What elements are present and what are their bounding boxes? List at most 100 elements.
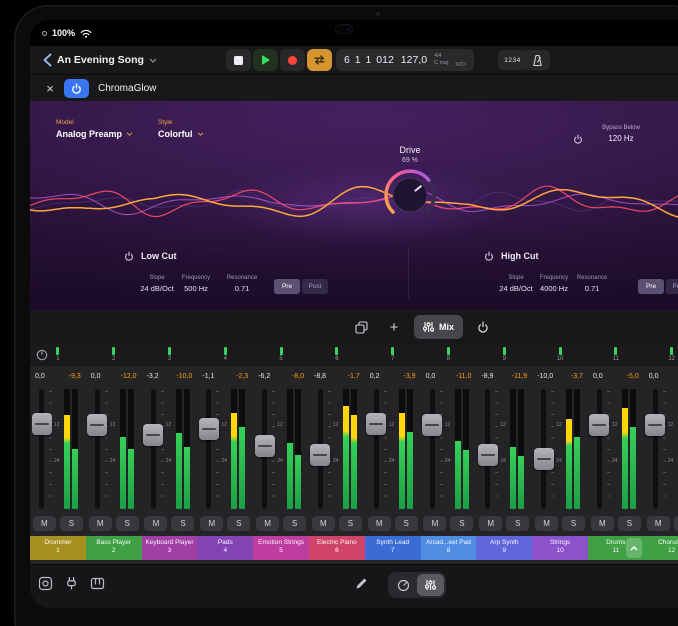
mute-button[interactable]: M	[89, 516, 112, 531]
track-name-tag[interactable]: Arcad...eet Pad8	[421, 536, 477, 560]
fader-handle[interactable]	[534, 448, 554, 470]
solo-button[interactable]: S	[618, 516, 641, 531]
pan-control[interactable]: 5	[253, 344, 309, 366]
pan-control[interactable]: 8	[421, 344, 477, 366]
track-name-tag[interactable]: Strings10	[532, 536, 588, 560]
fader-handle[interactable]	[589, 414, 609, 436]
close-plugin-button[interactable]: ×	[40, 78, 60, 98]
lcd-display[interactable]: 6 1 1 012 127,0 4/4 C maj MIDI	[336, 49, 474, 71]
pan-control[interactable]: 10	[532, 344, 588, 366]
fader-track[interactable]	[374, 389, 379, 509]
pan-control[interactable]: 3	[142, 344, 198, 366]
solo-button[interactable]: S	[674, 516, 678, 531]
count-in-button[interactable]: 1234	[498, 50, 527, 70]
solo-button[interactable]: S	[450, 516, 473, 531]
low-cut-power-button[interactable]	[124, 251, 134, 261]
fader-handle[interactable]	[255, 435, 275, 457]
pan-control[interactable]: 11	[588, 344, 644, 366]
record-button[interactable]	[280, 49, 305, 71]
mute-button[interactable]: M	[479, 516, 502, 531]
track-name-tag[interactable]: Arp Synth9	[476, 536, 532, 560]
low-cut-frequency[interactable]: Frequency 500 Hz	[174, 275, 218, 293]
fader-track[interactable]	[39, 389, 44, 509]
pan-control[interactable]: 6	[309, 344, 365, 366]
mixer-view-button[interactable]	[417, 574, 444, 596]
mute-button[interactable]: M	[423, 516, 446, 531]
plugins-button[interactable]	[62, 574, 80, 592]
mute-button[interactable]: M	[200, 516, 223, 531]
keys-button[interactable]	[88, 574, 106, 592]
controls-view-button[interactable]	[390, 574, 417, 596]
pan-control[interactable]: 7	[365, 344, 421, 366]
solo-button[interactable]: S	[60, 516, 83, 531]
fader-handle[interactable]	[366, 413, 386, 435]
solo-button[interactable]: S	[171, 516, 194, 531]
high-cut-power-button[interactable]	[484, 251, 494, 261]
fader-handle[interactable]	[87, 414, 107, 436]
fader-handle[interactable]	[645, 414, 665, 436]
mute-button[interactable]: M	[535, 516, 558, 531]
style-selector[interactable]: Style Colorful	[158, 119, 204, 139]
pan-control[interactable]: 9	[476, 344, 532, 366]
bypass-power-button[interactable]	[573, 131, 583, 149]
drive-control[interactable]: Drive 69 %	[382, 145, 438, 228]
pre-button[interactable]: Pre	[274, 279, 300, 294]
fader-handle[interactable]	[422, 414, 442, 436]
plugin-power-button[interactable]	[64, 79, 89, 98]
model-selector[interactable]: Model Analog Preamp	[56, 119, 133, 139]
back-button[interactable]	[39, 51, 55, 69]
mix-toggle-button[interactable]: Mix	[414, 315, 463, 339]
solo-button[interactable]: S	[506, 516, 529, 531]
fader-handle[interactable]	[478, 444, 498, 466]
low-cut-resonance[interactable]: Resonance 0.71	[220, 275, 264, 293]
track-name-tag[interactable]: Bass Player2	[86, 536, 142, 560]
solo-button[interactable]: S	[562, 516, 585, 531]
fader-track[interactable]	[653, 389, 658, 509]
browser-button[interactable]	[36, 574, 54, 592]
solo-button[interactable]: S	[283, 516, 306, 531]
high-cut-resonance[interactable]: Resonance 0.71	[570, 275, 614, 293]
fader-track[interactable]	[151, 389, 156, 509]
track-name-tag[interactable]: Drums11	[588, 536, 644, 560]
mute-button[interactable]: M	[256, 516, 279, 531]
track-name-tag[interactable]: Drummer1	[30, 536, 86, 560]
play-button[interactable]	[253, 49, 278, 71]
solo-button[interactable]: S	[227, 516, 250, 531]
fader-handle[interactable]	[32, 413, 52, 435]
collapse-chevron-button[interactable]	[626, 538, 642, 558]
pan-control[interactable]: 2	[86, 344, 142, 366]
add-track-button[interactable]: +	[381, 315, 407, 339]
post-button[interactable]: Post	[302, 279, 328, 294]
solo-button[interactable]: S	[116, 516, 139, 531]
song-title-menu[interactable]: An Evening Song	[57, 46, 157, 74]
bypass-below-control[interactable]: Bypass Below 120 Hz	[586, 125, 656, 143]
metronome-button[interactable]	[524, 50, 550, 70]
mute-button[interactable]: M	[312, 516, 335, 531]
track-name-tag[interactable]: Electric Piano6	[309, 536, 365, 560]
mute-button[interactable]: M	[33, 516, 56, 531]
solo-button[interactable]: S	[395, 516, 418, 531]
solo-button[interactable]: S	[339, 516, 362, 531]
level-control[interactable]: Level 0.0	[666, 125, 678, 143]
fader-handle[interactable]	[143, 424, 163, 446]
copy-button[interactable]	[348, 315, 374, 339]
edit-button[interactable]	[352, 574, 370, 592]
track-name-tag[interactable]: Synth Lead7	[365, 536, 421, 560]
cycle-button[interactable]	[307, 49, 332, 71]
fader-track[interactable]	[95, 389, 100, 509]
pan-control[interactable]: 4	[197, 344, 253, 366]
fader-handle[interactable]	[199, 418, 219, 440]
track-name-tag[interactable]: Chorus V12	[644, 536, 678, 560]
mixer-power-button[interactable]	[470, 315, 496, 339]
mute-button[interactable]: M	[368, 516, 391, 531]
pre-button[interactable]: Pre	[638, 279, 664, 294]
pan-control[interactable]: 12	[644, 344, 678, 366]
fader-track[interactable]	[430, 389, 435, 509]
stop-button[interactable]	[226, 49, 251, 71]
mute-button[interactable]: M	[144, 516, 167, 531]
drive-knob[interactable]	[382, 167, 438, 223]
track-name-tag[interactable]: Keyboard Player3	[142, 536, 198, 560]
post-button[interactable]: Post	[666, 279, 678, 294]
fader-track[interactable]	[597, 389, 602, 509]
fader-handle[interactable]	[310, 444, 330, 466]
